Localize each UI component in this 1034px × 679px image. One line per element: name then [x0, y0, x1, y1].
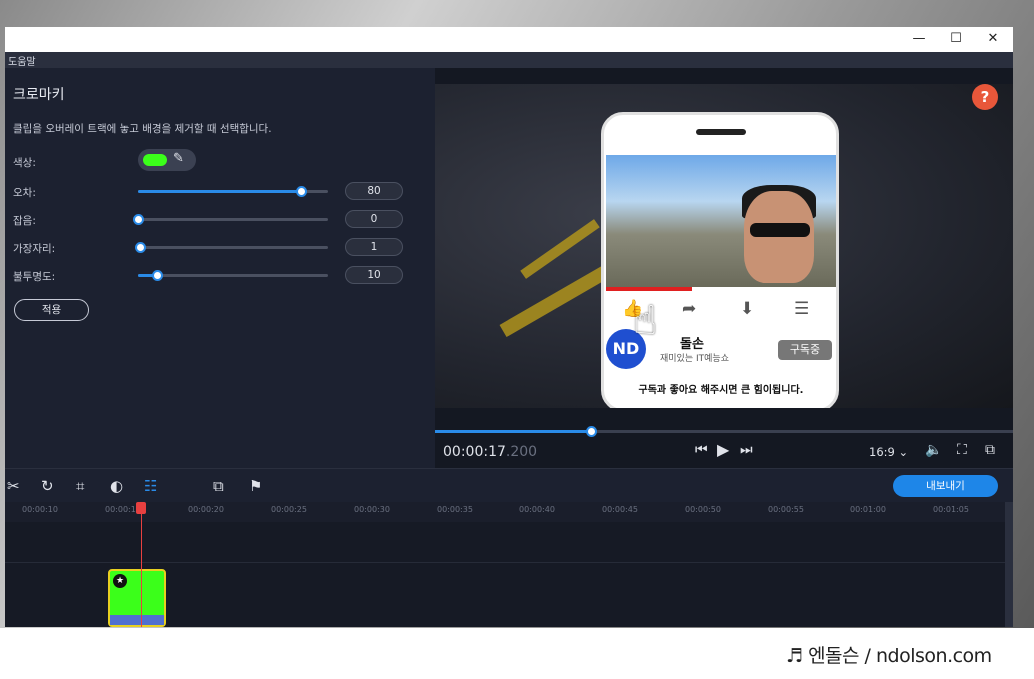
playlist-add-icon: ☰: [794, 299, 810, 319]
close-button[interactable]: ✕: [982, 30, 1004, 48]
ruler-tick: 00:00:20: [188, 505, 224, 514]
maximize-button[interactable]: ☐: [945, 30, 967, 48]
title-bar: — ☐ ✕: [5, 27, 1013, 52]
rotate-icon[interactable]: ↻: [41, 477, 54, 495]
marker-flag-icon[interactable]: ⚑: [249, 477, 262, 495]
minimize-button[interactable]: —: [908, 30, 930, 48]
playhead-handle[interactable]: [136, 502, 146, 514]
ruler-tick: 00:00:30: [354, 505, 390, 514]
tolerance-label: 오차:: [13, 187, 36, 199]
export-button[interactable]: 내보내기: [893, 475, 998, 497]
edges-value[interactable]: 1: [345, 238, 403, 256]
detach-preview-icon[interactable]: ⧉: [985, 442, 995, 458]
edges-label: 가장자리:: [13, 243, 56, 255]
person-glasses: [750, 223, 810, 237]
crop-icon[interactable]: ⌗: [76, 477, 84, 495]
ruler-tick: 00:00:1: [105, 505, 136, 514]
board-stripe: [520, 219, 600, 279]
noise-label: 잡음:: [13, 215, 36, 227]
star-icon: ★: [113, 574, 127, 588]
play-icon[interactable]: ▶: [717, 440, 729, 459]
timeline-ruler[interactable]: 00:00:10 00:00:1 00:00:20 00:00:25 00:00…: [5, 502, 1005, 522]
share-icon: ➦: [682, 299, 697, 319]
ruler-tick: 00:00:25: [271, 505, 307, 514]
clip-audio-strip: [110, 615, 164, 625]
volume-icon[interactable]: 🔈: [925, 442, 942, 458]
video-preview[interactable]: 👍 ➦ ⬇ ☰ ND 돌손 재미있는 IT예능쇼 구독중 구독과 좋아요 해주시…: [435, 84, 1013, 408]
ruler-tick: 00:01:00: [850, 505, 886, 514]
phone-progress-bar: [606, 287, 692, 291]
tolerance-value[interactable]: 80: [345, 182, 403, 200]
color-picker[interactable]: ✎: [138, 149, 196, 171]
preview-area: 👍 ➦ ⬇ ☰ ND 돌손 재미있는 IT예능쇼 구독중 구독과 좋아요 해주시…: [435, 68, 1013, 468]
download-icon: ⬇: [740, 299, 755, 319]
tolerance-slider[interactable]: [138, 186, 328, 197]
color-swatch[interactable]: [143, 154, 167, 166]
previous-frame-icon[interactable]: ⏮: [695, 442, 708, 458]
menu-bar: 도움말: [5, 52, 1013, 68]
noise-slider[interactable]: [133, 214, 328, 225]
channel-subtitle: 재미있는 IT예능쇼: [660, 354, 729, 364]
phone-overlay: 👍 ➦ ⬇ ☰ ND 돌손 재미있는 IT예능쇼 구독중 구독과 좋아요 해주시…: [601, 112, 839, 408]
timeline-toolbar: ✂ ↻ ⌗ ◐ ☷ ⧉ ⚑ 내보내기: [5, 468, 1013, 502]
color-label: 색상:: [13, 157, 36, 169]
app-window: — ☐ ✕ 도움말 크로마키 클립을 오버레이 트랙에 놓고 배경을 제거할 때…: [5, 27, 1013, 627]
media-icon[interactable]: ⧉: [213, 477, 224, 495]
split-icon[interactable]: ✂: [7, 477, 20, 495]
eyedropper-icon[interactable]: ✎: [173, 151, 184, 166]
opacity-slider[interactable]: [138, 270, 328, 281]
timecode-ms: .200: [505, 444, 538, 460]
fullscreen-icon[interactable]: ⛶: [957, 442, 967, 458]
timecode-main: 00:00:17: [443, 444, 506, 460]
noise-value[interactable]: 0: [345, 210, 403, 228]
subscribed-badge: 구독중: [778, 340, 832, 360]
ruler-tick: 00:00:55: [768, 505, 804, 514]
ruler-tick: 00:00:50: [685, 505, 721, 514]
ruler-tick: 00:00:10: [22, 505, 58, 514]
help-icon[interactable]: ?: [972, 84, 998, 110]
timecode: 00:00:17.200: [443, 444, 537, 460]
menu-help[interactable]: 도움말: [8, 53, 36, 68]
ruler-tick: 00:00:45: [602, 505, 638, 514]
hand-pointer-icon: ☝: [633, 298, 658, 344]
opacity-value[interactable]: 10: [345, 266, 403, 284]
clip-properties-icon[interactable]: ☷: [144, 477, 157, 495]
timeline-scrollbar[interactable]: [1005, 502, 1013, 627]
playhead-line[interactable]: [141, 502, 142, 627]
panel-description: 클립을 오버레이 트랙에 놓고 배경을 제거할 때 선택합니다.: [13, 123, 272, 135]
panel-title: 크로마키: [13, 87, 65, 103]
aspect-ratio-select[interactable]: 16:9 ⌄: [869, 445, 908, 459]
ruler-tick: 00:01:05: [933, 505, 969, 514]
phone-caption: 구독과 좋아요 해주시면 큰 힘이됩니다.: [638, 385, 804, 396]
color-adjust-icon[interactable]: ◐: [110, 477, 123, 495]
timeline-clip[interactable]: ★: [108, 569, 166, 627]
track-divider: [5, 562, 1005, 563]
watermark: ♬ 엔돌슨 / ndolson.com: [786, 645, 992, 667]
apply-button[interactable]: 적용: [14, 299, 89, 321]
chroma-key-panel: 크로마키 클립을 오버레이 트랙에 놓고 배경을 제거할 때 선택합니다. 색상…: [5, 68, 435, 468]
person-face: [744, 191, 814, 283]
next-frame-icon[interactable]: ⏭: [740, 442, 753, 458]
channel-name: 돌손: [680, 337, 704, 352]
timeline-tracks[interactable]: ★: [5, 522, 1005, 627]
edges-slider[interactable]: [134, 242, 328, 253]
ruler-tick: 00:00:40: [519, 505, 555, 514]
board-stripe: [499, 264, 611, 338]
opacity-label: 불투명도:: [13, 271, 56, 283]
phone-speaker: [696, 129, 746, 135]
ruler-tick: 00:00:35: [437, 505, 473, 514]
playback-progress[interactable]: [435, 426, 1013, 437]
